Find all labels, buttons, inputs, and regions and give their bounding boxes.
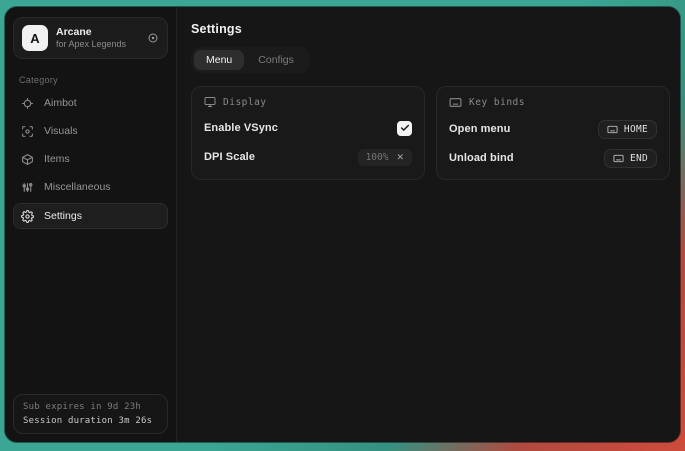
sidebar-nav: Aimbot Visuals — [5, 91, 176, 229]
monitor-icon — [204, 96, 216, 108]
unload-bind-row: Unload bind END — [449, 149, 657, 167]
vsync-row: Enable VSync — [204, 119, 412, 137]
tab-configs[interactable]: Configs — [246, 50, 306, 70]
profile-text: Arcane for Apex Legends — [56, 26, 139, 50]
sliders-icon — [21, 181, 34, 194]
keyboard-icon — [607, 124, 618, 135]
settings-cards: Display Enable VSync DPI Scale 100% ✕ — [191, 86, 670, 180]
cube-icon — [21, 153, 34, 166]
tab-menu[interactable]: Menu — [194, 50, 244, 70]
open-menu-label: Open menu — [449, 123, 510, 135]
unload-bind-key: END — [630, 153, 648, 164]
display-card-header: Display — [204, 96, 412, 108]
open-menu-bind-button[interactable]: HOME — [598, 120, 657, 139]
session-duration-text: Session duration 3m 26s — [23, 416, 158, 426]
display-card-title: Display — [223, 97, 267, 108]
open-menu-row: Open menu HOME — [449, 120, 657, 138]
avatar: A — [22, 25, 48, 51]
crosshair-icon — [21, 97, 34, 110]
sidebar-item-label: Miscellaneous — [44, 181, 111, 193]
sub-expires-text: Sub expires in 9d 23h — [23, 402, 158, 412]
display-card: Display Enable VSync DPI Scale 100% ✕ — [191, 86, 425, 180]
sidebar-item-items[interactable]: Items — [13, 147, 168, 171]
profile-card: A Arcane for Apex Legends — [13, 17, 168, 59]
keyboard-icon — [449, 96, 462, 109]
gear-icon — [21, 210, 34, 223]
keybinds-card-header: Key binds — [449, 96, 657, 109]
main-content: Settings Menu Configs Display — [177, 7, 680, 442]
vsync-checkbox[interactable] — [397, 121, 412, 136]
sidebar-item-miscellaneous[interactable]: Miscellaneous — [13, 175, 168, 199]
app-subtitle: for Apex Legends — [56, 39, 139, 50]
sidebar-item-label: Visuals — [44, 125, 78, 137]
sidebar-item-aimbot[interactable]: Aimbot — [13, 91, 168, 115]
open-menu-key: HOME — [624, 124, 648, 135]
page-title: Settings — [191, 22, 670, 36]
sidebar-item-label: Settings — [44, 210, 82, 222]
tab-bar: Menu Configs — [191, 47, 309, 73]
clear-icon[interactable]: ✕ — [396, 153, 404, 162]
unload-bind-button[interactable]: END — [604, 149, 657, 168]
sidebar-item-label: Items — [44, 153, 70, 165]
app-window: A Arcane for Apex Legends Category — [5, 7, 680, 442]
status-icon[interactable] — [147, 32, 159, 44]
keyboard-icon — [613, 153, 624, 164]
unload-bind-label: Unload bind — [449, 152, 514, 164]
keybinds-card: Key binds Open menu HOME Unload bin — [436, 86, 670, 180]
dpi-scale-select[interactable]: 100% ✕ — [358, 149, 412, 166]
scan-eye-icon — [21, 125, 34, 138]
sidebar: A Arcane for Apex Legends Category — [5, 7, 177, 442]
category-label: Category — [19, 75, 162, 85]
dpi-scale-value: 100% — [366, 152, 389, 163]
vsync-label: Enable VSync — [204, 122, 278, 134]
dpi-row: DPI Scale 100% ✕ — [204, 148, 412, 166]
sidebar-item-visuals[interactable]: Visuals — [13, 119, 168, 143]
keybinds-card-title: Key binds — [469, 97, 525, 108]
sidebar-item-label: Aimbot — [44, 97, 77, 109]
subscription-info: Sub expires in 9d 23h Session duration 3… — [13, 394, 168, 434]
dpi-label: DPI Scale — [204, 151, 255, 163]
app-title: Arcane — [56, 26, 139, 39]
sidebar-item-settings[interactable]: Settings — [13, 203, 168, 229]
